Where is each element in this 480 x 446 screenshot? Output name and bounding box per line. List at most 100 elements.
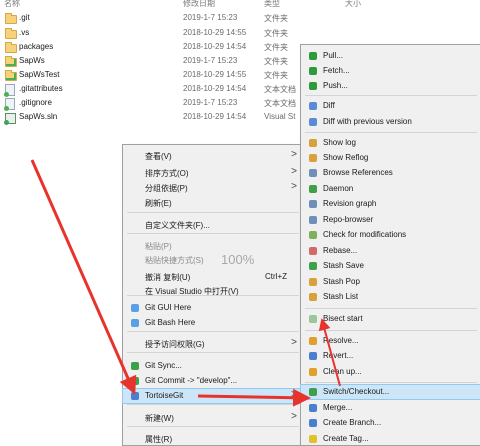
menu-item-label: Switch/Checkout... xyxy=(323,387,390,396)
context-menu-item[interactable]: 查看(V) > xyxy=(123,149,303,163)
tortoisegit-menu-item[interactable]: Push... xyxy=(301,79,480,93)
menu-item-label: Daemon xyxy=(323,184,354,193)
file-name: SapWs.sln xyxy=(19,112,58,121)
menu-item-label: Diff xyxy=(323,101,335,110)
file-name: .gitignore xyxy=(19,98,52,107)
menu-item-label: 分组依据(P) xyxy=(145,184,188,193)
context-menu-item[interactable]: 授予访问权限(G) > xyxy=(123,337,303,351)
menu-item-label: Git GUI Here xyxy=(145,303,192,312)
tortoisegit-menu-item[interactable]: Stash List xyxy=(301,290,480,304)
context-menu-item[interactable]: 分组依据(P) > xyxy=(123,181,303,195)
context-menu-item[interactable]: 在 Visual Studio 中打开(V) xyxy=(123,284,303,298)
menu-item-label: Pull... xyxy=(323,51,344,60)
file-row[interactable]: .vs 2018-10-29 14:55 文件夹 xyxy=(0,27,330,40)
context-menu-item[interactable]: 新建(W) > xyxy=(123,411,303,425)
column-header-name[interactable]: 名称 xyxy=(4,0,20,9)
column-header-type[interactable]: 类型 xyxy=(264,0,280,9)
menu-separator xyxy=(127,404,299,405)
switch-checkout-icon xyxy=(309,388,317,396)
tortoisegit-menu-item[interactable]: Pull... xyxy=(301,49,480,63)
tortoisegit-menu-item[interactable]: Stash Pop xyxy=(301,275,480,289)
tortoisegit-menu-item[interactable]: Create Branch... xyxy=(301,416,480,430)
menu-item-label: 粘贴(P) xyxy=(145,242,172,251)
tortoisegit-menu-item[interactable]: Repo-browser xyxy=(301,213,480,227)
file-row[interactable]: SapWs 2019-1-7 15:23 文件夹 xyxy=(0,55,330,68)
menu-item-label: 刷新(E) xyxy=(145,199,172,208)
clean-up-icon xyxy=(309,368,317,376)
zoom-watermark: 100% xyxy=(221,252,255,267)
file-row[interactable]: SapWs.sln 2018-10-29 14:54 Visual St xyxy=(0,111,330,125)
file-row[interactable]: .gitignore 2019-1-7 15:23 文本文档 xyxy=(0,97,330,111)
git-sync-icon xyxy=(131,362,139,370)
tortoisegit-menu-item[interactable]: Daemon xyxy=(301,182,480,196)
tortoisegit-menu-item[interactable]: Diff xyxy=(301,99,480,113)
show-log-icon xyxy=(309,139,317,147)
tortoisegit-menu-item[interactable]: Fetch... xyxy=(301,64,480,78)
browse-references-icon xyxy=(309,169,317,177)
tortoisegit-menu-item[interactable]: Revert... xyxy=(301,349,480,363)
file-name: .gitattributes xyxy=(19,84,63,93)
menu-item-label: 属性(R) xyxy=(145,435,173,444)
menu-item-label: Stash Save xyxy=(323,261,364,270)
context-menu-item[interactable]: Git Commit -> "develop"... xyxy=(123,374,303,388)
tortoisegit-menu-item[interactable]: Show Reflog xyxy=(301,151,480,165)
column-header-size[interactable]: 大小 xyxy=(345,0,361,9)
push-icon xyxy=(309,82,317,90)
chevron-right-icon: > xyxy=(291,149,297,160)
menu-item-shortcut: Ctrl+Z xyxy=(265,272,287,281)
context-menu-item[interactable]: 排序方式(O) > xyxy=(123,166,303,180)
file-row[interactable]: SapWsTest 2018-10-29 14:55 文件夹 xyxy=(0,69,330,82)
menu-item-label: Git Bash Here xyxy=(145,318,196,327)
tortoisegit-menu-item[interactable]: Revision graph xyxy=(301,197,480,211)
context-menu-item[interactable]: TortoiseGit > xyxy=(122,388,304,404)
file-row[interactable]: packages 2018-10-29 14:54 文件夹 xyxy=(0,41,330,54)
tortoisegit-menu-item[interactable]: Browse References xyxy=(301,166,480,180)
sln-file-icon xyxy=(4,113,16,125)
column-header-date[interactable]: 修改日期 xyxy=(183,0,215,9)
file-date: 2018-10-29 14:54 xyxy=(183,84,247,93)
file-name: SapWs xyxy=(19,56,45,65)
git-folder-icon xyxy=(5,70,17,81)
context-menu-item[interactable]: Git Sync... xyxy=(123,359,303,373)
create-branch-icon xyxy=(309,419,317,427)
file-name: packages xyxy=(19,42,54,51)
tortoisegit-menu-item[interactable]: Check for modifications xyxy=(301,228,480,242)
menu-separator xyxy=(305,132,477,133)
file-date: 2018-10-29 14:55 xyxy=(183,28,247,37)
tortoisegit-menu-item[interactable]: Merge... xyxy=(301,401,480,415)
context-menu-item[interactable]: 刷新(E) xyxy=(123,196,303,210)
show-reflog-icon xyxy=(309,154,317,162)
tortoisegit-menu-item[interactable]: Diff with previous version xyxy=(301,115,480,129)
context-menu-item[interactable]: Git GUI Here xyxy=(123,301,303,315)
menu-separator xyxy=(127,212,299,213)
menu-item-label: Repo-browser xyxy=(323,215,374,224)
menu-separator xyxy=(305,330,477,331)
chevron-right-icon: > xyxy=(291,181,297,192)
file-type: 文件夹 xyxy=(264,14,288,23)
tortoisegit-menu-item[interactable]: Clean up... xyxy=(301,365,480,379)
tortoisegit-menu-item[interactable]: Show log xyxy=(301,136,480,150)
tortoisegit-menu-item[interactable]: Rebase... xyxy=(301,244,480,258)
context-menu-item[interactable]: Git Bash Here xyxy=(123,316,303,330)
menu-item-label: 粘贴快捷方式(S) xyxy=(145,256,204,265)
git-gui-icon xyxy=(131,304,139,312)
context-menu-item[interactable]: 粘贴快捷方式(S) 100% xyxy=(123,252,303,267)
stash-pop-icon xyxy=(309,278,317,286)
file-date: 2019-1-7 15:23 xyxy=(183,98,238,107)
file-name: .vs xyxy=(19,28,30,37)
context-menu-item[interactable]: 自定义文件夹(F)... xyxy=(123,218,303,232)
file-date: 2018-10-29 14:54 xyxy=(183,112,247,121)
file-row[interactable]: .gitattributes 2018-10-29 14:54 文本文档 xyxy=(0,83,330,97)
context-menu-item[interactable]: 粘贴(P) xyxy=(123,239,303,253)
menu-item-label: Create Tag... xyxy=(323,434,369,443)
menu-separator xyxy=(127,233,299,234)
menu-item-label: Resolve... xyxy=(323,336,359,345)
tortoisegit-menu-item[interactable]: Switch/Checkout... xyxy=(300,384,480,400)
tortoisegit-menu-item[interactable]: Stash Save xyxy=(301,259,480,273)
file-row[interactable]: .git 2019-1-7 15:23 文件夹 xyxy=(0,12,330,25)
context-menu-item[interactable]: 撤消 复制(U) Ctrl+Z xyxy=(123,270,303,284)
tortoisegit-menu-item[interactable]: Resolve... xyxy=(301,334,480,348)
file-type: 文件夹 xyxy=(264,43,288,52)
tortoisegit-menu-item[interactable]: Bisect start xyxy=(301,312,480,326)
menu-item-label: Bisect start xyxy=(323,314,363,323)
